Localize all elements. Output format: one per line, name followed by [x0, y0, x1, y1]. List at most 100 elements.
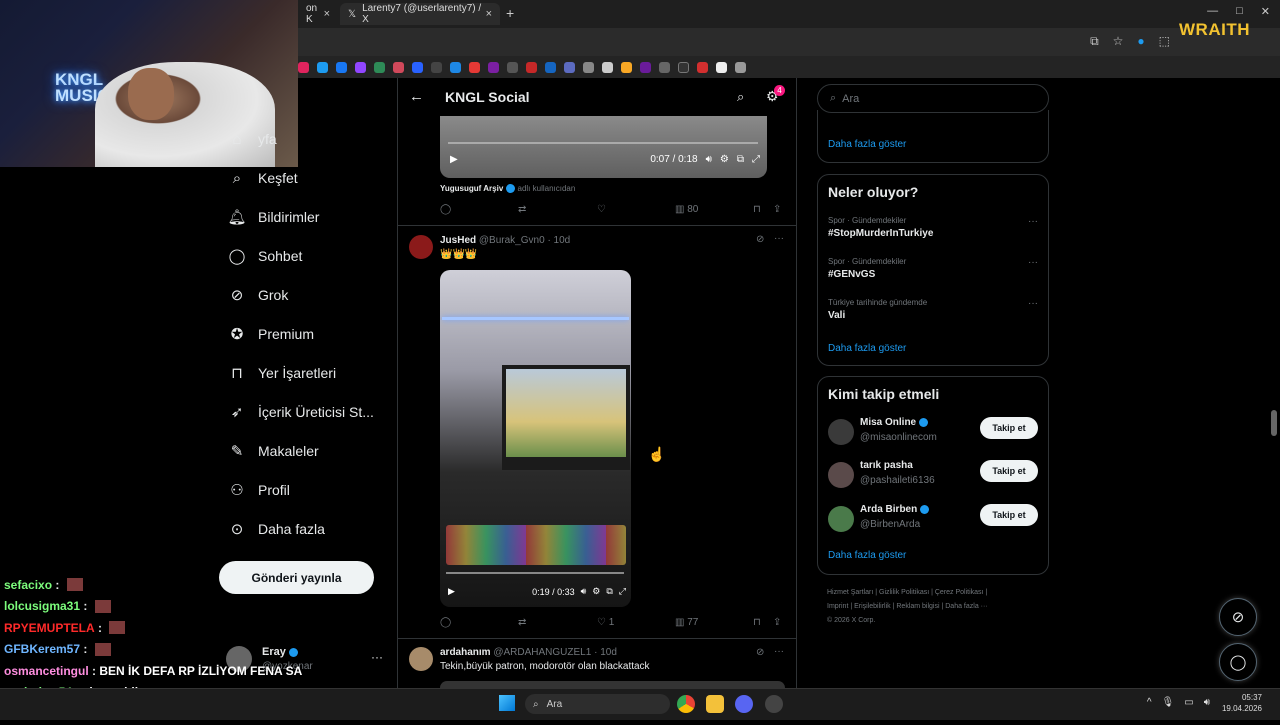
- bookmark-icon[interactable]: [336, 61, 347, 73]
- video-player[interactable]: ▶ 0:19 / 0:33 🔊︎ ⚙ ⧉ ⤢: [440, 270, 631, 607]
- close-window-icon[interactable]: ✕: [1261, 5, 1270, 18]
- sidebar-item-grok[interactable]: ⊘ Grok: [228, 286, 289, 304]
- show-more-link[interactable]: Daha fazla göster: [828, 550, 906, 561]
- footer-line[interactable]: Imprint | Erişilebilirlik | Reklam bilgi…: [827, 600, 1047, 614]
- follow-suggestion[interactable]: Arda Birben @BirbenArda Takip et: [828, 502, 1040, 538]
- follow-button[interactable]: Takip et: [980, 504, 1038, 526]
- share-icon[interactable]: ⇪: [773, 617, 781, 628]
- bookmark-icon[interactable]: [735, 61, 746, 73]
- extension-icon[interactable]: ●: [1137, 34, 1144, 49]
- folder-icon[interactable]: [706, 695, 724, 713]
- bookmark-icon[interactable]: [507, 61, 518, 73]
- footer-line[interactable]: Hizmet Şartları | Gizlilik Politikası | …: [827, 586, 1047, 600]
- sidebar-item-creator-studio[interactable]: ➶ İçerik Üreticisi St...: [228, 403, 374, 421]
- bookmark-icon[interactable]: [374, 61, 385, 73]
- video-progress-track[interactable]: [446, 572, 624, 574]
- sidebar-item-profile[interactable]: ⚇ Profil: [228, 481, 290, 499]
- more-icon[interactable]: ···: [371, 650, 383, 664]
- messages-fab-button[interactable]: ◯: [1219, 643, 1257, 681]
- video-player[interactable]: ▶ 0:07 / 0:18 🔊︎ ⚙ ⧉ ⤢: [440, 116, 767, 178]
- like-icon[interactable]: ♡: [597, 204, 606, 215]
- trend-item[interactable]: Vali: [828, 310, 845, 321]
- trend-item[interactable]: #StopMurderInTurkiye: [828, 228, 933, 239]
- bookmark-icon[interactable]: [431, 61, 442, 73]
- follow-button[interactable]: Takip et: [980, 417, 1038, 439]
- volume-icon[interactable]: 🔊︎: [581, 586, 587, 597]
- close-icon[interactable]: ×: [486, 8, 492, 20]
- mic-icon[interactable]: 🎙︎: [1162, 697, 1175, 708]
- reply-icon[interactable]: ◯: [440, 204, 451, 215]
- trend-item[interactable]: #GENvGS: [828, 269, 875, 280]
- scrollbar[interactable]: [1271, 410, 1277, 436]
- bookmark-icon[interactable]: [583, 61, 594, 73]
- app-icon[interactable]: [765, 695, 783, 713]
- grok-icon[interactable]: ⊘: [756, 647, 764, 658]
- fullscreen-icon[interactable]: ⤢: [752, 154, 760, 165]
- views-count[interactable]: ▥ 77: [675, 617, 698, 628]
- chevron-up-icon[interactable]: ^: [1147, 697, 1152, 708]
- follow-suggestion[interactable]: tarık pasha @pashaileti6136 Takip et: [828, 458, 1040, 494]
- bookmark-icon[interactable]: [678, 61, 689, 73]
- bookmark-icon[interactable]: ⊓: [753, 617, 761, 628]
- browser-tab[interactable]: on K ×: [298, 3, 338, 25]
- sidebar-item-explore[interactable]: ⌕ Keşfet: [228, 169, 298, 187]
- search-icon[interactable]: ⌕: [737, 89, 744, 105]
- sidebar-item-notifications[interactable]: 🔔︎ Bildirimler: [227, 208, 319, 226]
- star-icon[interactable]: ☆: [1113, 34, 1124, 49]
- bookmark-icon[interactable]: [621, 61, 632, 73]
- search-input[interactable]: ⌕ Ara: [817, 84, 1049, 113]
- grok-icon[interactable]: ⊘: [756, 234, 764, 245]
- sidebar-item-home[interactable]: ⌂ yfa: [228, 130, 276, 148]
- close-icon[interactable]: ×: [324, 8, 330, 20]
- more-icon[interactable]: ···: [1028, 298, 1038, 309]
- discord-icon[interactable]: [735, 695, 753, 713]
- more-icon[interactable]: ···: [774, 233, 784, 244]
- bookmark-icon[interactable]: [412, 61, 423, 73]
- sidebar-item-premium[interactable]: ✪ Premium: [228, 325, 314, 343]
- bookmark-icon[interactable]: [640, 61, 651, 73]
- show-more-link[interactable]: Daha fazla göster: [828, 343, 906, 354]
- reply-icon[interactable]: ◯: [440, 617, 451, 628]
- avatar[interactable]: [409, 647, 433, 671]
- follow-button[interactable]: Takip et: [980, 460, 1038, 482]
- chat-username[interactable]: lolcusigma31: [4, 599, 80, 613]
- bookmark-icon[interactable]: [355, 61, 366, 73]
- play-icon[interactable]: ▶: [450, 154, 458, 165]
- bookmark-icon[interactable]: [526, 61, 537, 73]
- bookmark-icon[interactable]: [564, 61, 575, 73]
- follow-suggestion[interactable]: Misa Online @misaonlinecom Takip et: [828, 415, 1040, 451]
- settings-icon[interactable]: ⚙: [592, 586, 600, 597]
- bookmark-icon[interactable]: ⊓: [753, 204, 761, 215]
- bookmark-icon[interactable]: [602, 61, 613, 73]
- browser-tab-active[interactable]: 𝕏 Larenty7 (@userlarenty7) / X ×: [340, 3, 500, 25]
- install-icon[interactable]: ⧉: [1090, 34, 1099, 49]
- more-icon[interactable]: ···: [1028, 257, 1038, 268]
- taskbar-clock[interactable]: 05:37 19.04.2026: [1222, 692, 1262, 714]
- bookmark-icon[interactable]: [659, 61, 670, 73]
- avatar[interactable]: [409, 235, 433, 259]
- fullscreen-icon[interactable]: ⤢: [619, 586, 626, 597]
- chat-username[interactable]: osmancetingul: [4, 664, 89, 678]
- video-progress-track[interactable]: [448, 142, 758, 144]
- pip-icon[interactable]: ⧉: [606, 586, 612, 597]
- sidebar-item-chat[interactable]: ◯ Sohbet: [228, 247, 303, 265]
- maximize-icon[interactable]: □: [1236, 5, 1243, 18]
- sidebar-item-more[interactable]: ⊙ Daha fazla: [228, 520, 325, 538]
- back-arrow-icon[interactable]: ←: [409, 88, 424, 105]
- sidebar-item-bookmarks[interactable]: ⊓ Yer İşaretleri: [228, 364, 336, 382]
- bookmark-icon[interactable]: [298, 61, 309, 73]
- grok-fab-button[interactable]: ⊘: [1219, 598, 1257, 636]
- bookmark-icon[interactable]: [545, 61, 556, 73]
- repost-icon[interactable]: ⇄: [518, 617, 526, 628]
- sidebar-item-articles[interactable]: ✎ Makaleler: [228, 442, 319, 460]
- chat-username[interactable]: GFBKerem57: [4, 642, 80, 656]
- play-icon[interactable]: ▶: [448, 586, 455, 597]
- post-media[interactable]: [440, 681, 785, 688]
- minimize-icon[interactable]: —: [1207, 5, 1218, 18]
- bookmark-icon[interactable]: [488, 61, 499, 73]
- windows-start-icon[interactable]: [499, 695, 515, 711]
- bookmark-icon[interactable]: [317, 61, 328, 73]
- bookmark-icon[interactable]: [393, 61, 404, 73]
- new-tab-button[interactable]: +: [506, 5, 514, 21]
- share-icon[interactable]: ⇪: [773, 204, 781, 215]
